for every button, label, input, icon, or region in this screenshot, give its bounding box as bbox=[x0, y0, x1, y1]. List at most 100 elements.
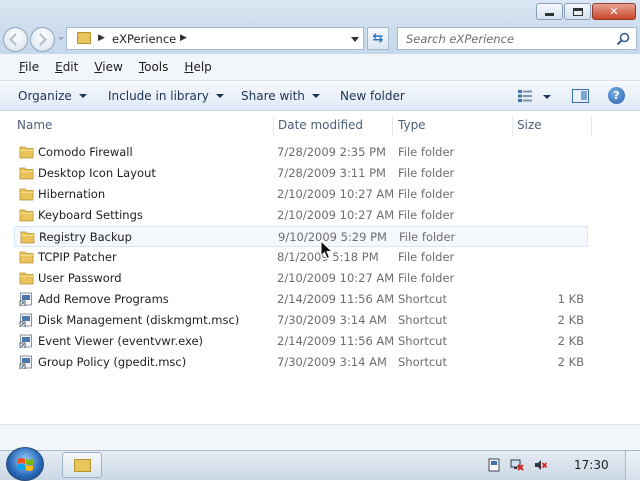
chevron-down-icon bbox=[78, 94, 87, 98]
title-bar[interactable]: ✕ bbox=[0, 0, 640, 24]
chevron-down-icon bbox=[215, 94, 224, 98]
folder-icon bbox=[19, 167, 34, 180]
organize-button[interactable]: Organize bbox=[18, 89, 87, 103]
column-divider[interactable] bbox=[512, 116, 513, 136]
file-size: 1 KB bbox=[557, 292, 584, 306]
details-pane bbox=[0, 424, 640, 450]
windows-logo-icon bbox=[18, 458, 33, 471]
address-bar[interactable]: ▶ eXPerience ▶ bbox=[66, 27, 364, 50]
caption-buttons: ✕ bbox=[535, 3, 636, 20]
share-with-label: Share with bbox=[241, 89, 305, 103]
search-input[interactable] bbox=[406, 31, 606, 46]
back-button[interactable] bbox=[3, 27, 28, 52]
file-name: Event Viewer (eventvwr.exe) bbox=[38, 334, 204, 348]
menu-view-label: iew bbox=[102, 60, 123, 74]
file-type: File folder bbox=[398, 187, 455, 201]
search-box[interactable] bbox=[397, 27, 637, 50]
file-date-modified: 2/10/2009 10:27 AM bbox=[277, 208, 395, 222]
column-type[interactable]: Type bbox=[398, 118, 426, 132]
start-button[interactable] bbox=[6, 447, 44, 481]
file-row[interactable]: User Password 2/10/2009 10:27 AM File fold… bbox=[14, 268, 588, 289]
file-row[interactable]: Disk Management (diskmgmt.msc) 7/30/2009 … bbox=[14, 310, 588, 331]
menu-tools[interactable]: Tools bbox=[131, 58, 177, 76]
preview-pane-icon[interactable] bbox=[572, 89, 589, 103]
volume-muted-icon[interactable] bbox=[534, 458, 548, 472]
file-type: File folder bbox=[398, 166, 455, 180]
search-icon[interactable] bbox=[616, 32, 630, 46]
close-icon: ✕ bbox=[609, 5, 619, 18]
minimize-icon bbox=[545, 13, 554, 16]
folder-icon bbox=[20, 231, 35, 244]
column-date-modified[interactable]: Date modified bbox=[278, 118, 363, 132]
refresh-icon: ⇆ bbox=[372, 31, 384, 46]
file-row[interactable]: Add Remove Programs 2/14/2009 11:56 AM Sho… bbox=[14, 289, 588, 310]
file-name: Comodo Firewall bbox=[38, 145, 133, 159]
menu-edit[interactable]: Edit bbox=[47, 58, 86, 76]
chevron-down-icon bbox=[311, 94, 320, 98]
forward-arrow-icon bbox=[34, 33, 47, 46]
file-date-modified: 2/10/2009 10:27 AM bbox=[277, 271, 395, 285]
file-row[interactable]: Desktop Icon Layout 7/28/2009 3:11 PM File… bbox=[14, 163, 588, 184]
file-name: User Password bbox=[38, 271, 122, 285]
menu-help-label: elp bbox=[193, 60, 212, 74]
menu-tools-label: ools bbox=[144, 60, 169, 74]
breadcrumb-chevron-icon[interactable]: ▶ bbox=[98, 33, 105, 43]
close-button[interactable]: ✕ bbox=[592, 3, 636, 20]
file-date-modified: 2/14/2009 11:56 AM bbox=[277, 334, 395, 348]
network-icon[interactable] bbox=[510, 458, 524, 472]
taskbar-explorer-button[interactable] bbox=[62, 452, 102, 478]
file-row[interactable]: Comodo Firewall 7/28/2009 2:35 PM File fol… bbox=[14, 142, 588, 163]
recent-pages-dropdown[interactable] bbox=[58, 37, 64, 41]
file-row[interactable]: Group Policy (gpedit.msc) 7/30/2009 3:14 … bbox=[14, 352, 588, 373]
file-row[interactable]: Event Viewer (eventvwr.exe) 2/14/2009 11:… bbox=[14, 331, 588, 352]
address-dropdown-icon[interactable] bbox=[351, 37, 359, 42]
menu-file-label: ile bbox=[25, 60, 40, 74]
folder-icon bbox=[19, 209, 34, 222]
file-size: 2 KB bbox=[557, 334, 584, 348]
include-in-library-button[interactable]: Include in library bbox=[108, 89, 224, 103]
forward-button[interactable] bbox=[30, 27, 55, 52]
menu-bar: File Edit View Tools Help bbox=[0, 54, 640, 81]
action-center-icon[interactable] bbox=[487, 458, 501, 472]
shortcut-icon bbox=[19, 334, 32, 348]
change-view-icon[interactable] bbox=[518, 90, 532, 102]
file-type: File folder bbox=[398, 271, 455, 285]
file-row[interactable]: Registry Backup 9/10/2009 5:29 PM File fol… bbox=[14, 226, 588, 247]
folder-icon bbox=[19, 188, 34, 201]
file-type: File folder bbox=[398, 145, 455, 159]
new-folder-button[interactable]: New folder bbox=[340, 89, 405, 103]
column-name[interactable]: Name bbox=[17, 118, 52, 132]
organize-label: Organize bbox=[18, 89, 72, 103]
folder-icon bbox=[19, 146, 34, 159]
column-divider[interactable] bbox=[591, 116, 592, 136]
file-date-modified: 2/14/2009 11:56 AM bbox=[277, 292, 395, 306]
refresh-button[interactable]: ⇆ bbox=[367, 27, 389, 50]
file-row[interactable]: Hibernation 2/10/2009 10:27 AM File folder bbox=[14, 184, 588, 205]
file-name: Keyboard Settings bbox=[38, 208, 143, 222]
help-icon[interactable]: ? bbox=[608, 87, 625, 104]
folder-icon bbox=[74, 459, 91, 472]
breadcrumb-chevron-icon[interactable]: ▶ bbox=[180, 33, 187, 43]
breadcrumb-current-folder[interactable]: eXPerience bbox=[112, 32, 176, 46]
minimize-button[interactable] bbox=[536, 3, 563, 20]
file-row[interactable]: Keyboard Settings 2/10/2009 10:27 AM File … bbox=[14, 205, 588, 226]
column-divider[interactable] bbox=[392, 116, 393, 136]
mouse-cursor-icon bbox=[320, 240, 334, 260]
menu-view[interactable]: View bbox=[86, 58, 130, 76]
file-date-modified: 7/28/2009 3:11 PM bbox=[277, 166, 386, 180]
maximize-icon bbox=[572, 7, 583, 16]
file-row[interactable]: TCPIP Patcher 8/1/2009 5:18 PM File folder bbox=[14, 247, 588, 268]
file-type: File folder bbox=[398, 250, 455, 264]
folder-icon bbox=[77, 32, 91, 44]
column-size[interactable]: Size bbox=[517, 118, 542, 132]
menu-help[interactable]: Help bbox=[176, 58, 219, 76]
view-options-dropdown-icon[interactable] bbox=[543, 95, 551, 99]
menu-file[interactable]: File bbox=[11, 58, 47, 76]
file-name: Group Policy (gpedit.msc) bbox=[38, 355, 187, 369]
maximize-button[interactable] bbox=[564, 3, 591, 20]
show-desktop-button[interactable] bbox=[625, 451, 640, 480]
taskbar-clock[interactable]: 17:30 bbox=[574, 458, 609, 472]
column-divider[interactable] bbox=[273, 116, 274, 136]
file-size: 2 KB bbox=[557, 355, 584, 369]
share-with-button[interactable]: Share with bbox=[241, 89, 320, 103]
